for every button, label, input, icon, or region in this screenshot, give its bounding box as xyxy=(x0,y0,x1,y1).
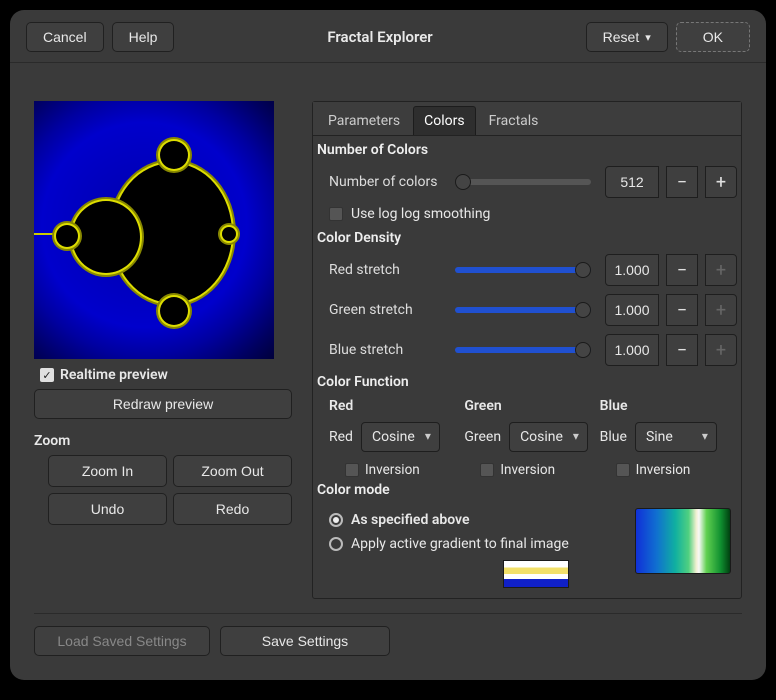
reset-button[interactable]: Reset ▾ xyxy=(586,22,668,52)
green-inversion-label: Inversion xyxy=(500,462,555,478)
mode-as-specified-radio[interactable] xyxy=(329,513,343,527)
num-colors-label: Number of colors xyxy=(329,174,447,190)
footer: Load Saved Settings Save Settings xyxy=(34,613,742,656)
red-inversion-label: Inversion xyxy=(365,462,420,478)
func-blue-label: Blue xyxy=(600,429,627,445)
zoom-section-label: Zoom xyxy=(34,433,292,449)
green-stretch-label: Green stretch xyxy=(329,302,447,318)
redraw-preview-button[interactable]: Redraw preview xyxy=(34,389,292,419)
gradient-swatch-big[interactable] xyxy=(635,508,731,574)
blue-stretch-plus[interactable]: + xyxy=(705,334,737,366)
num-colors-slider[interactable] xyxy=(455,179,591,185)
red-stretch-label: Red stretch xyxy=(329,262,447,278)
ok-button[interactable]: OK xyxy=(676,22,750,52)
green-stretch-slider[interactable] xyxy=(455,307,591,313)
mode-section: Color mode xyxy=(317,478,737,502)
gradient-swatch-small[interactable] xyxy=(503,560,569,588)
blue-stretch-minus[interactable]: − xyxy=(666,334,698,366)
green-stretch-plus[interactable]: + xyxy=(705,294,737,326)
func-blue-head: Blue xyxy=(600,394,733,418)
loglog-label: Use log log smoothing xyxy=(351,206,490,222)
cancel-button[interactable]: Cancel xyxy=(26,22,104,52)
chevron-down-icon: ▾ xyxy=(645,31,651,44)
mode-apply-gradient-label: Apply active gradient to final image xyxy=(351,536,569,552)
blue-inversion-checkbox[interactable] xyxy=(616,463,630,477)
density-section: Color Density xyxy=(317,226,737,250)
mode-as-specified-label: As specified above xyxy=(351,512,470,528)
func-green-label: Green xyxy=(464,429,501,445)
func-red-label: Red xyxy=(329,429,353,445)
zoom-in-button[interactable]: Zoom In xyxy=(48,455,167,487)
help-button[interactable]: Help xyxy=(112,22,175,52)
realtime-label: Realtime preview xyxy=(60,367,168,383)
load-saved-settings-button[interactable]: Load Saved Settings xyxy=(34,626,210,656)
fractal-preview xyxy=(34,101,274,359)
tabs: Parameters Colors Fractals xyxy=(313,102,741,136)
num-colors-plus[interactable]: + xyxy=(705,166,737,198)
tab-fractals[interactable]: Fractals xyxy=(478,106,550,135)
red-inversion-checkbox[interactable] xyxy=(345,463,359,477)
dialog-title: Fractal Explorer xyxy=(182,28,577,46)
red-stretch-slider[interactable] xyxy=(455,267,591,273)
func-green-select[interactable]: Cosine xyxy=(509,422,588,452)
dialog-body: ✓ Realtime preview Redraw preview Zoom Z… xyxy=(10,63,766,680)
zoom-out-button[interactable]: Zoom Out xyxy=(173,455,292,487)
green-stretch-input[interactable] xyxy=(605,294,659,326)
blue-stretch-slider[interactable] xyxy=(455,347,591,353)
redo-button[interactable]: Redo xyxy=(173,493,292,525)
blue-stretch-input[interactable] xyxy=(605,334,659,366)
tab-colors[interactable]: Colors xyxy=(413,106,475,135)
dialog-window: Cancel Help Fractal Explorer Reset ▾ OK xyxy=(10,10,766,680)
left-column: ✓ Realtime preview Redraw preview Zoom Z… xyxy=(34,101,292,525)
tab-parameters[interactable]: Parameters xyxy=(317,106,411,135)
save-settings-button[interactable]: Save Settings xyxy=(220,626,390,656)
green-inversion-checkbox[interactable] xyxy=(480,463,494,477)
num-colors-section: Number of Colors xyxy=(317,138,737,162)
red-stretch-input[interactable] xyxy=(605,254,659,286)
blue-stretch-label: Blue stretch xyxy=(329,342,447,358)
titlebar: Cancel Help Fractal Explorer Reset ▾ OK xyxy=(10,10,766,63)
blue-inversion-label: Inversion xyxy=(636,462,691,478)
realtime-checkbox[interactable]: ✓ xyxy=(40,368,54,382)
red-stretch-minus[interactable]: − xyxy=(666,254,698,286)
num-colors-input[interactable] xyxy=(605,166,659,198)
red-stretch-plus[interactable]: + xyxy=(705,254,737,286)
func-green-head: Green xyxy=(464,394,597,418)
undo-button[interactable]: Undo xyxy=(48,493,167,525)
reset-label: Reset xyxy=(603,29,640,45)
func-red-head: Red xyxy=(329,394,462,418)
green-stretch-minus[interactable]: − xyxy=(666,294,698,326)
func-red-select[interactable]: Cosine xyxy=(361,422,440,452)
mode-apply-gradient-radio[interactable] xyxy=(329,537,343,551)
loglog-checkbox[interactable] xyxy=(329,207,343,221)
func-section: Color Function xyxy=(317,370,737,394)
settings-panel: Parameters Colors Fractals Number of Col… xyxy=(312,101,742,599)
func-blue-select[interactable]: Sine xyxy=(635,422,717,452)
num-colors-minus[interactable]: − xyxy=(666,166,698,198)
